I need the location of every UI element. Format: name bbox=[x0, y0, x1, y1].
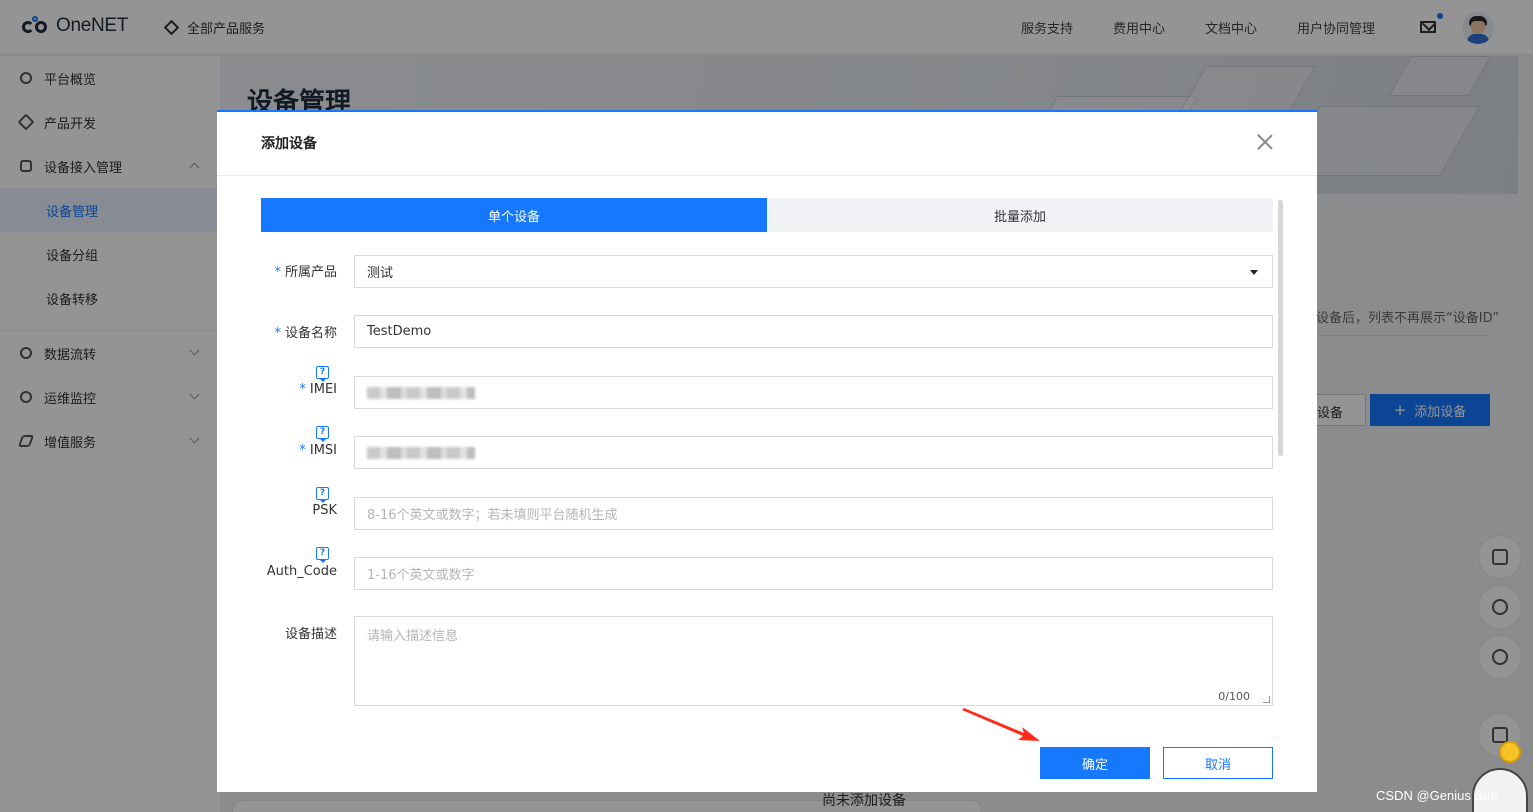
char-counter: 0/100 bbox=[1218, 690, 1250, 703]
description-placeholder: 请输入描述信息 bbox=[367, 629, 459, 644]
caret-down-icon bbox=[1250, 270, 1258, 275]
imei-input[interactable] bbox=[354, 376, 1273, 409]
annotation-arrow-icon bbox=[962, 708, 1040, 741]
psk-input[interactable]: 8-16个英文或数字；若未填则平台随机生成 bbox=[354, 497, 1273, 530]
confirm-button[interactable]: 确定 bbox=[1040, 747, 1150, 779]
dialog-scrollbar[interactable] bbox=[1278, 200, 1283, 456]
close-icon[interactable] bbox=[1257, 134, 1273, 150]
description-textarea[interactable]: 请输入描述信息 0/100 bbox=[354, 616, 1273, 706]
product-label: * 所属产品 bbox=[274, 265, 337, 280]
add-device-dialog: 添加设备 单个设备 批量添加 * 所属产品 测试 * 设备名称 TestDemo ?… bbox=[217, 110, 1317, 792]
imsi-label: * IMSI bbox=[299, 443, 337, 458]
cancel-button[interactable]: 取消 bbox=[1163, 747, 1273, 779]
imsi-input[interactable] bbox=[354, 436, 1273, 469]
imei-label: * IMEI bbox=[299, 382, 337, 397]
help-icon[interactable]: ? bbox=[316, 426, 329, 442]
gear-badge-icon bbox=[1499, 741, 1521, 763]
product-select[interactable]: 测试 bbox=[354, 255, 1273, 288]
tab-batch-add[interactable]: 批量添加 bbox=[767, 198, 1273, 232]
add-mode-tabs: 单个设备 批量添加 bbox=[261, 198, 1273, 232]
dialog-title: 添加设备 bbox=[261, 136, 317, 152]
help-icon[interactable]: ? bbox=[316, 366, 329, 382]
resize-handle[interactable] bbox=[1263, 696, 1270, 703]
product-select-value: 测试 bbox=[367, 266, 394, 281]
watermark: CSDN @Genius Sue bbox=[1376, 788, 1498, 803]
help-icon[interactable]: ? bbox=[316, 547, 329, 563]
description-label: 设备描述 bbox=[284, 627, 337, 642]
psk-placeholder: 8-16个英文或数字；若未填则平台随机生成 bbox=[367, 508, 618, 523]
imsi-redacted-value bbox=[367, 446, 475, 459]
device-name-input[interactable]: TestDemo bbox=[354, 315, 1273, 348]
auth-code-input[interactable]: 1-16个英文或数字 bbox=[354, 557, 1273, 590]
auth-code-placeholder: 1-16个英文或数字 bbox=[367, 568, 475, 583]
device-name-label: * 设备名称 bbox=[274, 326, 337, 341]
imei-redacted-value bbox=[367, 386, 475, 399]
psk-label: PSK bbox=[312, 503, 337, 518]
dialog-header: 添加设备 bbox=[217, 112, 1317, 176]
tab-single-device[interactable]: 单个设备 bbox=[261, 198, 767, 232]
auth-code-label: Auth_Code bbox=[266, 564, 337, 579]
device-name-value: TestDemo bbox=[367, 324, 432, 339]
help-icon[interactable]: ? bbox=[316, 487, 329, 503]
